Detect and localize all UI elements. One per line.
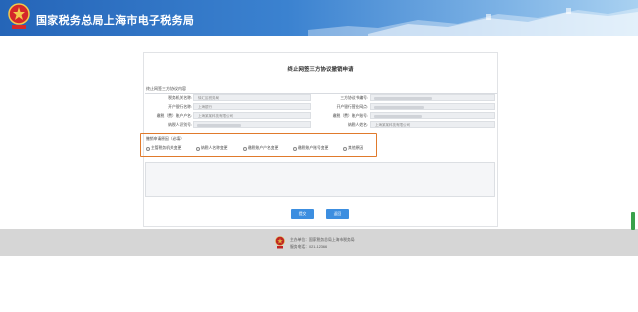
redacted-account-no bbox=[374, 115, 422, 118]
field-label-tax-office: 税务机关名称: bbox=[168, 96, 192, 100]
footer-sponsor: 主办单位：国家税务总局上海市税务局 bbox=[290, 238, 355, 242]
section-title: 终止网签三方协议内容 bbox=[146, 86, 186, 91]
field-value-bank-name: 上海银行 bbox=[198, 105, 212, 109]
return-button[interactable]: 返回 bbox=[326, 209, 349, 219]
radio-icon[interactable] bbox=[146, 146, 150, 151]
field-label-account-no: 缴税（费）账户账号: bbox=[332, 114, 368, 118]
reason-title: 撤销申请原因（必填） bbox=[146, 137, 184, 141]
submit-button[interactable]: 提交 bbox=[291, 209, 314, 219]
field-label-agreement-no: 三方协议书编号: bbox=[340, 96, 368, 100]
field-label-account-holder: 缴税（费）账户户名: bbox=[156, 114, 192, 118]
radio-icon[interactable] bbox=[293, 146, 297, 151]
field-label-taxpayer-name: 纳税人姓名: bbox=[347, 123, 368, 127]
form-title: 终止网签三方协议撤销申请 bbox=[287, 67, 354, 73]
tax-emblem-logo bbox=[8, 3, 30, 29]
radio-icon[interactable] bbox=[243, 146, 247, 151]
redacted-taxpayer-id bbox=[197, 124, 241, 127]
tax-emblem-footer-logo bbox=[275, 236, 285, 249]
reason-option-other[interactable]: 其他原因 bbox=[348, 146, 363, 151]
field-value-taxpayer-name: 上海某某科技有限公司 bbox=[375, 123, 410, 127]
radio-icon[interactable] bbox=[343, 146, 347, 151]
field-value-tax-office: 徐汇区税务局 bbox=[198, 96, 219, 100]
redacted-agreement-no bbox=[374, 97, 432, 100]
reason-option-account-holder-change[interactable]: 缴税账户户名变更 bbox=[248, 146, 278, 151]
redacted-bank-branch bbox=[374, 106, 424, 109]
reason-option-taxpayer-name-change[interactable]: 纳税人名称变更 bbox=[201, 146, 228, 151]
radio-icon[interactable] bbox=[196, 146, 200, 151]
field-label-bank-name: 开户银行名称: bbox=[168, 105, 192, 109]
scroll-indicator[interactable] bbox=[631, 212, 635, 230]
field-value-account-holder: 上海某某科技有限公司 bbox=[198, 114, 233, 118]
footer-phone: 服务电话：021-12366 bbox=[290, 245, 328, 249]
field-label-taxpayer-id: 纳税人识别号: bbox=[168, 123, 192, 127]
reason-option-tax-office-change[interactable]: 主管税务机关变更 bbox=[151, 146, 181, 151]
header-banner: 国家税务总局上海市电子税务局 bbox=[0, 0, 638, 36]
great-wall-illustration bbox=[308, 8, 638, 36]
site-title: 国家税务总局上海市电子税务局 bbox=[36, 14, 195, 27]
field-label-bank-branch: 开户银行营业网点: bbox=[336, 105, 368, 109]
remark-textarea[interactable] bbox=[145, 162, 495, 197]
reason-option-account-no-change[interactable]: 缴税账户账号变更 bbox=[298, 146, 328, 151]
